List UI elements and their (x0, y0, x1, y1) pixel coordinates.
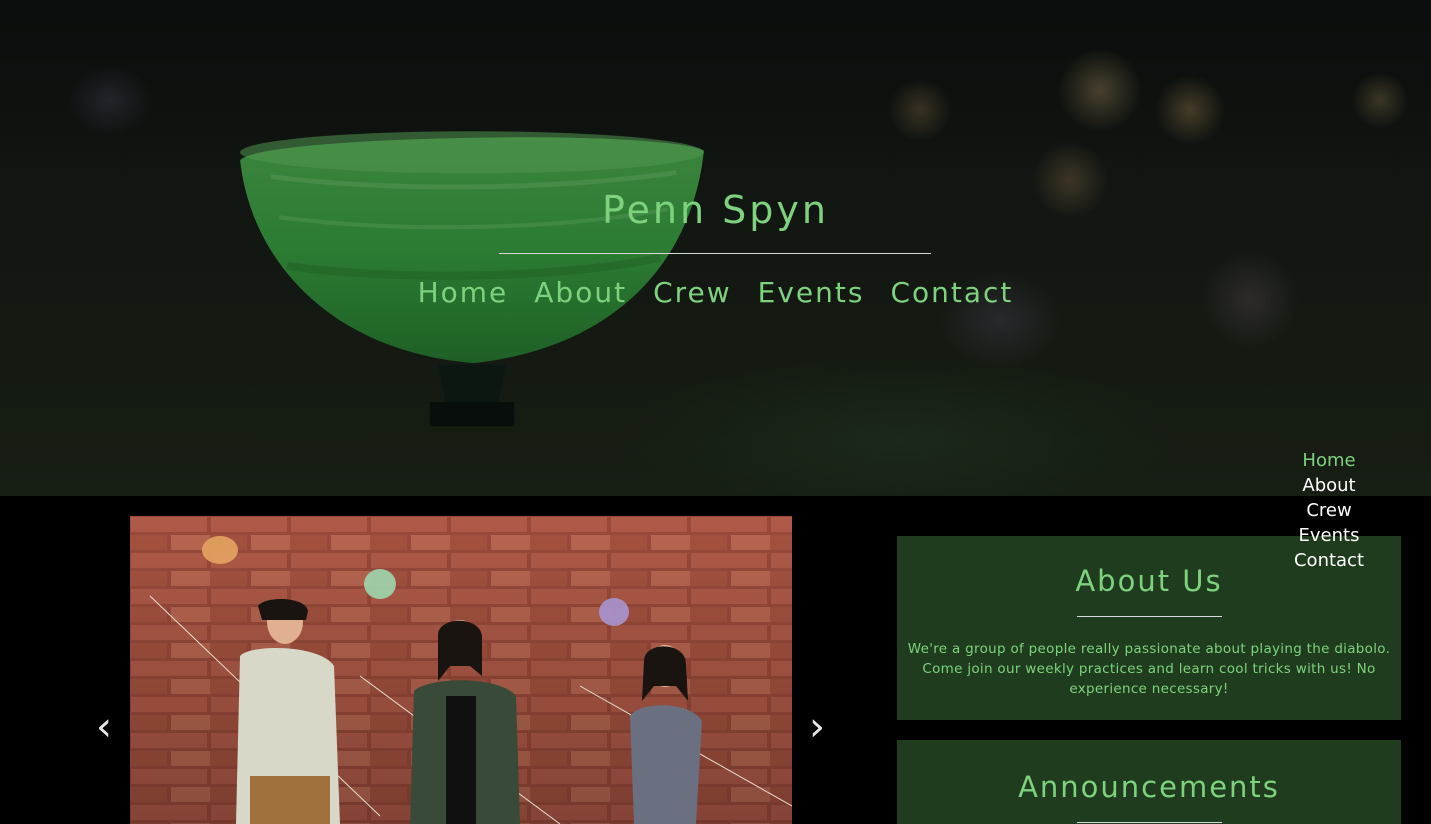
about-body: We're a group of people really passionat… (907, 641, 1391, 697)
carousel-next-button[interactable]: › (797, 706, 837, 748)
photo-carousel (130, 516, 792, 824)
side-menu: Home About Crew Events Contact (1270, 448, 1388, 573)
hero-nav-crew[interactable]: Crew (653, 276, 732, 309)
hero-nav-events[interactable]: Events (758, 276, 865, 309)
side-menu-crew[interactable]: Crew (1270, 498, 1388, 523)
hero-nav-contact[interactable]: Contact (890, 276, 1013, 309)
carousel-photo (130, 516, 792, 824)
carousel-prev-button[interactable]: ‹ (84, 706, 124, 748)
title-divider (499, 253, 931, 254)
announcements-panel: Announcements (897, 740, 1401, 824)
announcements-heading: Announcements (1018, 770, 1280, 804)
chevron-right-icon: › (809, 704, 825, 750)
chevron-left-icon: ‹ (96, 704, 112, 750)
hero-overlay (0, 0, 1431, 496)
site-title: Penn Spyn (601, 188, 829, 232)
side-menu-events[interactable]: Events (1270, 523, 1388, 548)
hero-nav-home[interactable]: Home (418, 276, 509, 309)
hero-nav: Home About Crew Events Contact (0, 276, 1431, 309)
side-menu-home[interactable]: Home (1270, 448, 1388, 473)
side-menu-about[interactable]: About (1270, 473, 1388, 498)
about-divider (1076, 616, 1222, 617)
hero-nav-about[interactable]: About (534, 276, 627, 309)
side-menu-contact[interactable]: Contact (1270, 548, 1388, 573)
hero-banner: Penn Spyn Home About Crew Events Contact (0, 0, 1431, 496)
announcements-divider (1076, 822, 1222, 823)
